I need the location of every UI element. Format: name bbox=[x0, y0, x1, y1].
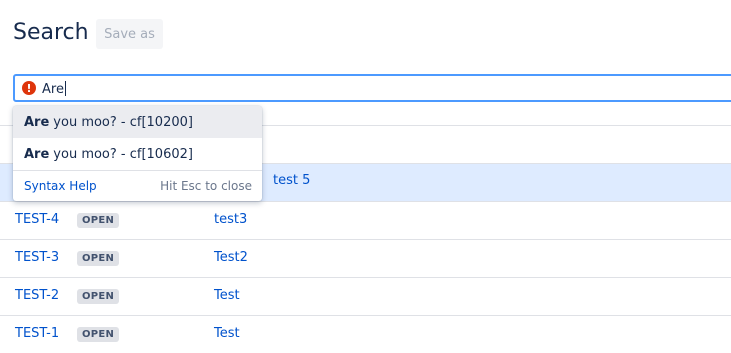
table-row[interactable]: TEST-3 OPEN Test2 bbox=[0, 239, 731, 277]
syntax-help-link[interactable]: Syntax Help bbox=[24, 179, 97, 193]
search-query-text: Are bbox=[42, 81, 66, 97]
issue-key-link[interactable]: TEST-1 bbox=[15, 326, 59, 341]
issue-summary-link[interactable]: Test2 bbox=[214, 250, 248, 265]
error-icon: ! bbox=[22, 81, 36, 95]
search-input[interactable]: ! Are bbox=[13, 74, 731, 102]
suggestion-text: you moo? - cf[10602] bbox=[53, 146, 193, 162]
issue-summary-link[interactable]: test3 bbox=[214, 212, 247, 227]
suggestion-text: you moo? - cf[10200] bbox=[53, 114, 193, 130]
issue-key-link[interactable]: TEST-2 bbox=[15, 288, 59, 303]
issue-key-link[interactable]: TEST-4 bbox=[15, 212, 59, 227]
issue-key-link[interactable]: TEST-3 bbox=[15, 250, 59, 265]
table-row[interactable]: TEST-2 OPEN Test bbox=[0, 277, 731, 315]
status-badge: OPEN bbox=[77, 327, 120, 342]
page-title: Search bbox=[13, 20, 89, 45]
text-caret bbox=[64, 81, 66, 96]
status-badge: OPEN bbox=[77, 251, 120, 266]
suggestion-item[interactable]: Are you moo? - cf[10602] bbox=[13, 138, 262, 170]
save-as-button[interactable]: Save as bbox=[96, 19, 163, 49]
autocomplete-dropdown: Are you moo? - cf[10200] Are you moo? - … bbox=[13, 106, 262, 201]
suggestion-match: Are bbox=[24, 146, 50, 162]
status-badge: OPEN bbox=[77, 213, 120, 228]
dropdown-footer: Syntax Help Hit Esc to close bbox=[13, 170, 262, 201]
issue-summary-link[interactable]: Test bbox=[214, 326, 240, 341]
table-row[interactable]: TEST-1 OPEN Test bbox=[0, 315, 731, 353]
issue-summary-link[interactable]: test 5 bbox=[273, 173, 310, 188]
esc-hint: Hit Esc to close bbox=[160, 179, 252, 193]
status-badge: OPEN bbox=[77, 289, 120, 304]
table-row[interactable]: TEST-4 OPEN test3 bbox=[0, 201, 731, 239]
suggestion-match: Are bbox=[24, 114, 50, 130]
suggestion-item[interactable]: Are you moo? - cf[10200] bbox=[13, 106, 262, 138]
issue-summary-link[interactable]: Test bbox=[214, 288, 240, 303]
